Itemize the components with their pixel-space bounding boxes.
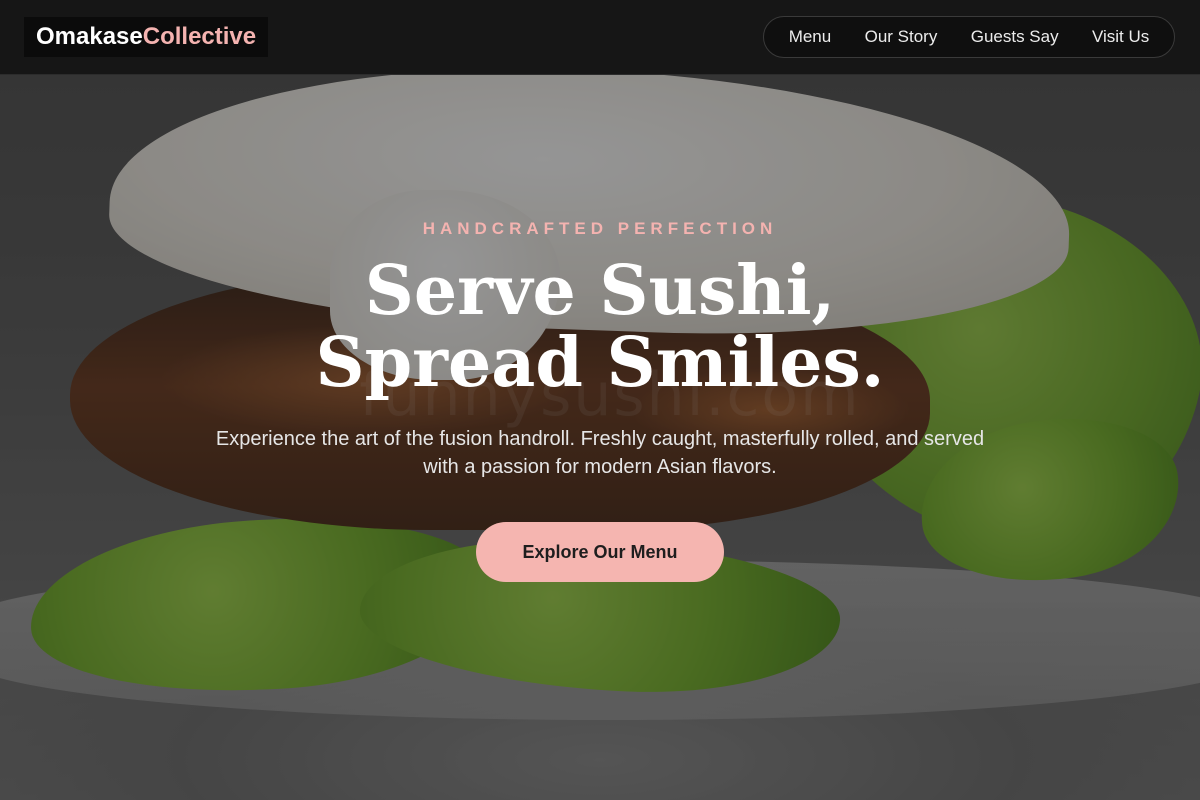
hero-eyebrow: HANDCRAFTED PERFECTION <box>422 219 778 238</box>
site-header: Omakase Collective Menu Our Story Guests … <box>0 0 1200 75</box>
headline-line-2: Spread Smiles. <box>315 323 885 403</box>
explore-menu-button[interactable]: Explore Our Menu <box>476 522 724 582</box>
brand-name-part2: Collective <box>142 23 257 50</box>
nav-link-visit-us[interactable]: Visit Us <box>1092 27 1149 47</box>
hero-section: HANDCRAFTED PERFECTION Serve Sushi, Spre… <box>0 75 1200 800</box>
hero-headline: Serve Sushi, Spread Smiles. <box>0 255 1200 399</box>
main-nav: Menu Our Story Guests Say Visit Us <box>763 16 1175 58</box>
headline-line-1: Serve Sushi, <box>364 251 836 331</box>
nav-link-menu[interactable]: Menu <box>789 27 832 47</box>
brand-logo[interactable]: Omakase Collective <box>24 17 269 57</box>
nav-link-our-story[interactable]: Our Story <box>865 27 938 47</box>
hero-subtitle: Experience the art of the fusion handrol… <box>215 428 985 478</box>
nav-link-guests-say[interactable]: Guests Say <box>971 27 1059 47</box>
brand-name-part1: Omakase <box>36 23 143 50</box>
